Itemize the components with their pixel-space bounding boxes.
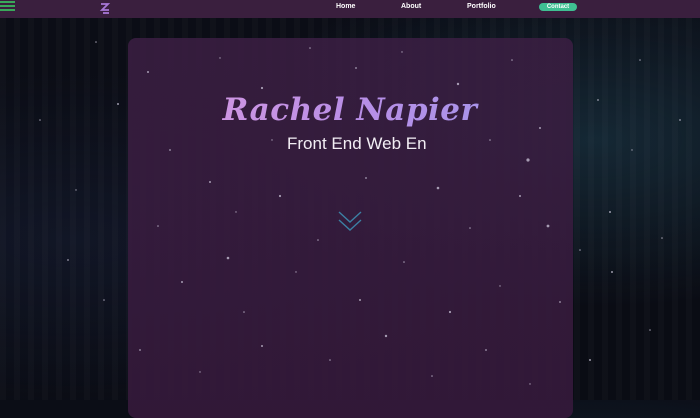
starfield xyxy=(39,41,681,385)
nav-link-portfolio[interactable]: Portfolio xyxy=(467,2,496,12)
nav-link-about[interactable]: About xyxy=(401,2,421,12)
hero-name: Rachel Napier xyxy=(0,92,700,128)
contact-button[interactable]: Contact xyxy=(539,3,577,11)
z-logo-icon[interactable] xyxy=(98,2,112,16)
nav-link-home[interactable]: Home xyxy=(336,2,355,12)
hero-subtitle: Front End Web En xyxy=(287,134,427,153)
top-navbar: Home About Portfolio Contact xyxy=(0,0,700,18)
hamburger-icon[interactable] xyxy=(0,0,16,12)
double-chevron-down-icon[interactable] xyxy=(337,208,363,236)
